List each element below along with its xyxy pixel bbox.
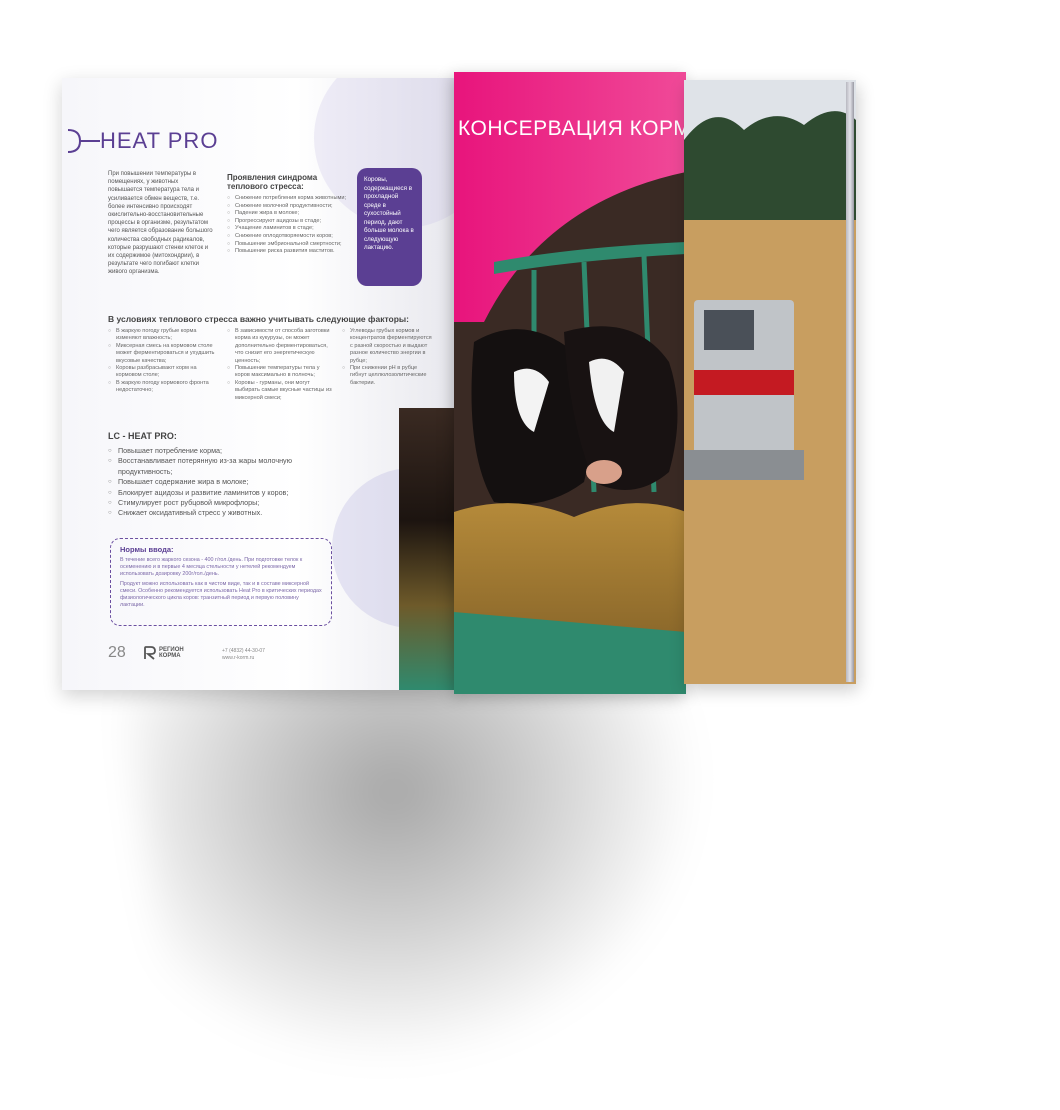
symptoms-heading: Проявления синдрома теплового стресса: [227,173,318,191]
harvester-field-photo [684,80,856,684]
list-item: В жаркую погоду грубые корма изменяют вл… [108,328,218,343]
list-item: Снижение молочной продуктивности; [227,203,357,211]
brand-logo: РЕГИОН КОРМА [144,646,184,660]
page-title: HEAT PRO [100,128,219,153]
lc-heat-pro-heading: LC - HEAT PRO: [108,431,177,441]
brand-logo-icon [144,646,156,660]
decorative-arc [362,458,454,690]
brand-name: КОРМА [159,653,181,659]
benefits-list: Повышает потребление корма; Восстанавлив… [108,446,348,519]
brand-arrow-icon [67,129,100,153]
list-item: Снижение потребления корма животными; [227,195,357,203]
symptoms-list: Снижение потребления корма животными; Сн… [227,195,357,256]
factors-column-1: В жаркую погоду грубые корма изменяют вл… [108,328,218,395]
intro-text: При повышении температуры в помещениях, … [108,171,213,276]
cow-feeding-photo [454,72,686,694]
list-item: Снижение оплодотворяемости коров; [227,233,357,241]
norms-text: В течение всего жаркого сезона - 400 г/г… [120,557,303,577]
contact-phone: +7 (4832) 44-30-07 [222,648,265,654]
list-item: Снижает оксидативный стресс у животных. [108,508,348,519]
list-item: Прогрессируют ацидозы в стаде; [227,218,357,226]
factors-column-3: Углеводы грубых кормов и концентратов фе… [342,328,432,387]
list-item: Повышает содержание жира в молоке; [108,477,348,488]
back-page [684,80,856,684]
list-item: Повышение эмбриональной смертности; [227,241,357,249]
list-item: При снижении pH в рубце гибнут целлюлозо… [342,365,432,387]
contact-website: www.r-korm.ru [222,654,255,661]
page-number: 28 [108,644,126,661]
list-item: Углеводы грубых кормов и концентратов фе… [342,328,432,365]
left-page: HEAT PRO При повышении температуры в пом… [62,78,454,690]
list-item: В жаркую погоду кормового фронта недоста… [108,380,218,395]
list-item: Стимулирует рост рубцовой микрофлоры; [108,498,348,509]
list-item: Падение жира в молоке; [227,210,357,218]
factors-column-2: В зависимости от способа заготовки корма… [227,328,335,402]
contact-info: +7 (4832) 44-30-07 www.r-korm.ru [222,648,265,661]
callout-box: Коровы, содержащиеся в прохладной среде … [357,168,422,286]
right-page: КОНСЕРВАЦИЯ КОРМА [454,72,686,694]
list-item: Повышает потребление корма; [108,446,348,457]
norms-heading: Нормы ввода: [120,545,174,554]
list-item: Восстанавливает потерянную из-за жары мо… [108,456,348,477]
section-title: КОНСЕРВАЦИЯ КОРМА [458,117,686,140]
list-item: Коровы - гурманы, они могут выбирать сам… [227,380,335,402]
list-item: Блокирует ацидозы и развитие ламинитов у… [108,488,348,499]
list-item: Повышение температуры тела у коров макси… [227,365,335,380]
page-edge [846,82,854,682]
norms-box: Нормы ввода: В течение всего жаркого сез… [110,538,332,626]
list-item: Миксерная смесь на кормовом столе может … [108,343,218,365]
list-item: В зависимости от способа заготовки корма… [227,328,335,365]
list-item: Учащение ламинитов в стаде; [227,225,357,233]
factors-heading: В условиях теплового стресса важно учиты… [108,314,409,324]
list-item: Коровы разбрасывают корм на кормовом сто… [108,365,218,380]
list-item: Повышение риска развития маститов. [227,248,357,256]
norms-text: Продукт можно использовать как в чистом … [120,581,322,608]
